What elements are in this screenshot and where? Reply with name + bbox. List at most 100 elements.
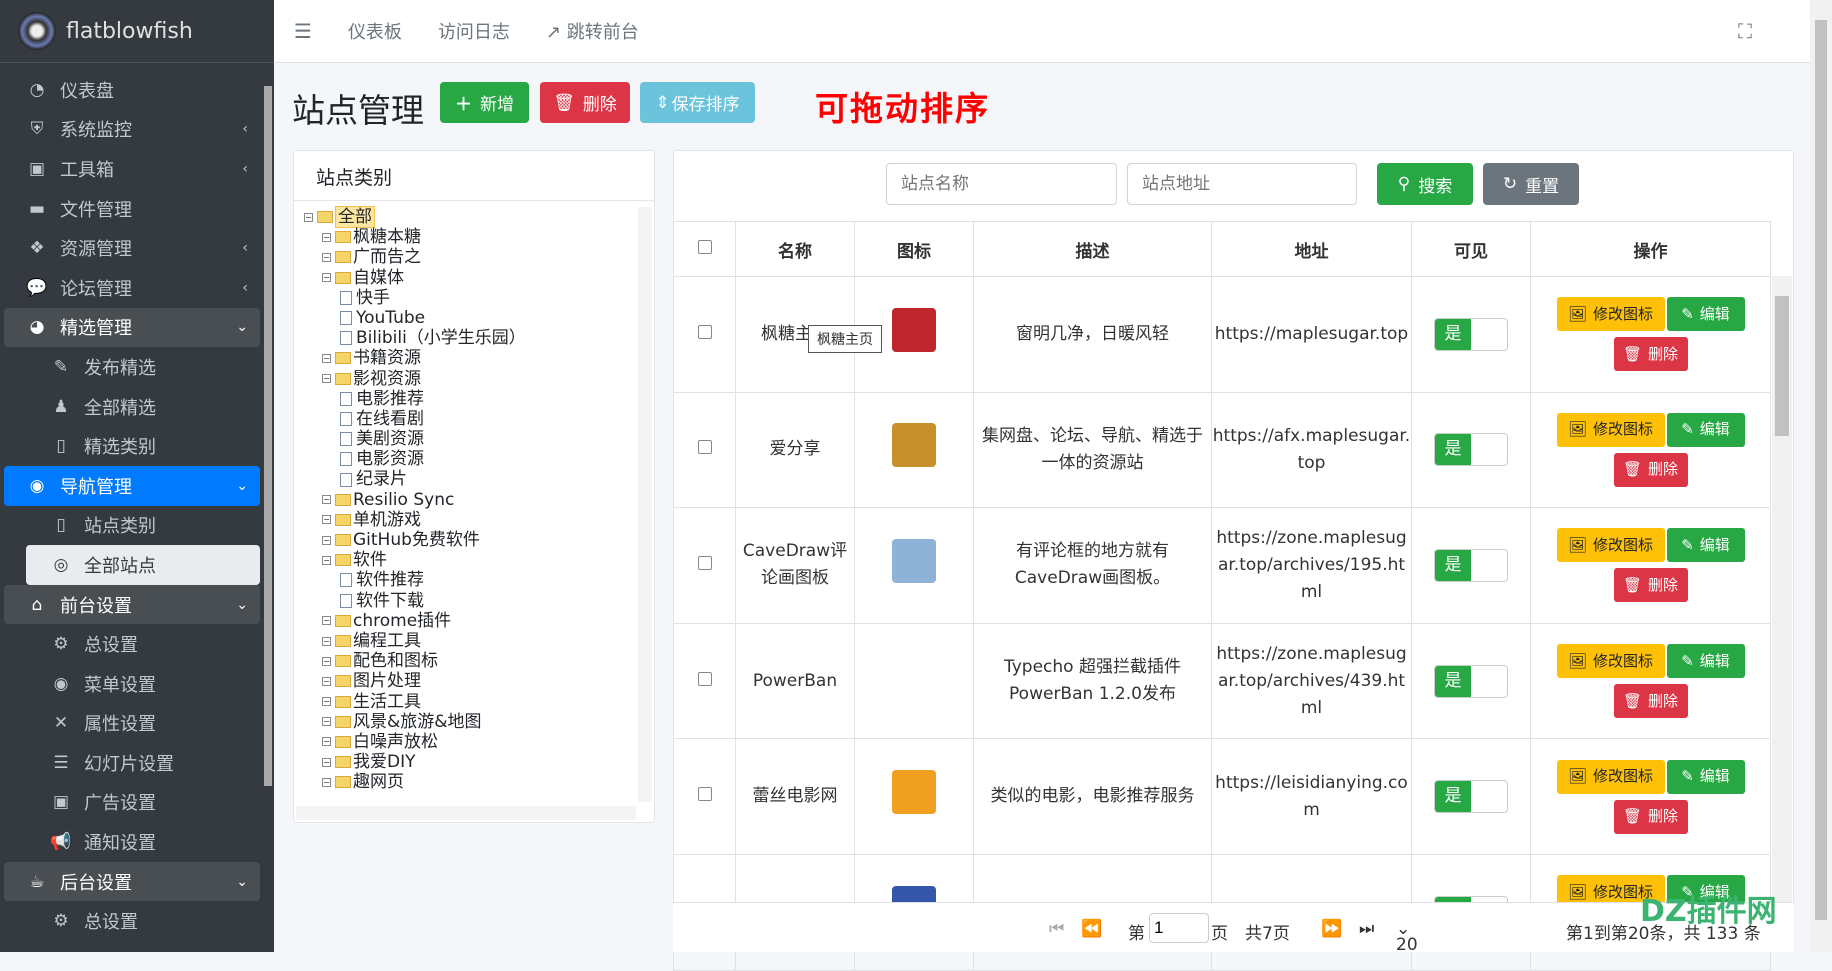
select-all-checkbox[interactable]: [697, 240, 712, 254]
tree-node[interactable]: − 配色和图标: [304, 651, 526, 671]
tree-node[interactable]: − 单机游戏: [304, 510, 526, 530]
site-url-input[interactable]: [1127, 163, 1357, 205]
sidebar-item[interactable]: ⌂ 前台设置 ⌄: [4, 584, 260, 625]
tree-node[interactable]: − 广而告之: [304, 247, 526, 267]
tree-node[interactable]: − 枫糖本糖: [304, 227, 526, 247]
page-scrollbar[interactable]: [1810, 0, 1832, 952]
row-checkbox[interactable]: [697, 324, 712, 339]
tree-node[interactable]: 纪录片: [304, 469, 526, 489]
tree-scrollbar[interactable]: [638, 207, 652, 802]
table-scrollbar[interactable]: [1772, 276, 1792, 902]
edit-button[interactable]: ✎ 编辑: [1666, 759, 1745, 794]
toggle-icon[interactable]: −: [304, 212, 313, 222]
add-button[interactable]: ＋新增: [440, 82, 529, 123]
sidebar-item[interactable]: 📢 通知设置: [4, 822, 260, 862]
tree-node[interactable]: YouTube: [304, 308, 526, 328]
tree-hscrollbar[interactable]: [296, 806, 636, 820]
row-delete-button[interactable]: 🗑删除: [1613, 452, 1688, 487]
tree-node[interactable]: 软件下载: [304, 591, 526, 611]
visible-toggle[interactable]: 是: [1434, 780, 1508, 814]
tree-node[interactable]: − chrome插件: [304, 611, 526, 631]
change-icon-button[interactable]: 🖼 修改图标: [1556, 759, 1665, 794]
nav-link-dashboard[interactable]: 仪表板: [348, 18, 402, 44]
page-input[interactable]: [1149, 913, 1209, 943]
toggle-icon[interactable]: −: [322, 656, 331, 666]
visible-toggle[interactable]: 是: [1434, 548, 1508, 582]
page-size-select[interactable]: 20 ⌄: [1396, 919, 1418, 955]
sidebar-item[interactable]: ♟ 全部精选: [4, 387, 260, 427]
change-icon-button[interactable]: 🖼 修改图标: [1556, 528, 1665, 563]
sidebar-item[interactable]: ▣ 工具箱 ‹: [4, 149, 260, 189]
last-page-icon[interactable]: ⏭: [1359, 919, 1374, 939]
row-checkbox[interactable]: [697, 555, 712, 570]
tree-node[interactable]: 在线看剧: [304, 409, 526, 429]
edit-button[interactable]: ✎ 编辑: [1666, 644, 1745, 679]
fullscreen-icon[interactable]: ⛶: [1738, 19, 1752, 43]
sidebar-item[interactable]: ◉ 菜单设置: [4, 664, 260, 704]
tree-node[interactable]: − 风景&旅游&地图: [304, 712, 526, 732]
delete-button[interactable]: 🗑 删除: [540, 82, 630, 123]
tree-node[interactable]: − 编程工具: [304, 631, 526, 651]
edit-button[interactable]: ✎ 编辑: [1666, 528, 1745, 563]
change-icon-button[interactable]: 🖼 修改图标: [1556, 412, 1665, 447]
tree-node[interactable]: 电影推荐: [304, 389, 526, 409]
sidebar-item[interactable]: ◉ 导航管理 ⌄: [4, 465, 260, 506]
save-order-button[interactable]: ⇕ 保存排序: [640, 82, 755, 123]
first-page-icon[interactable]: ⏮: [1049, 919, 1064, 939]
row-delete-button[interactable]: 🗑删除: [1613, 337, 1688, 372]
tree-node[interactable]: − Resilio Sync: [304, 490, 526, 510]
toggle-icon[interactable]: −: [322, 616, 331, 626]
table-row[interactable]: 爱分享 集网盘、论坛、导航、精选于一体的资源站 https://afx.mapl…: [673, 391, 1771, 509]
tree-node[interactable]: − 白噪声放松: [304, 732, 526, 752]
table-row[interactable]: PowerBan Typecho 超强拦截插件 PowerBan 1.2.0发布…: [673, 622, 1771, 740]
search-button[interactable]: ⚲ 搜索: [1377, 163, 1473, 205]
tree-node[interactable]: − 生活工具: [304, 692, 526, 712]
sidebar-item[interactable]: ⚙ 总设置: [4, 624, 260, 664]
row-checkbox[interactable]: [697, 671, 712, 686]
visible-toggle[interactable]: 是: [1434, 664, 1508, 698]
sidebar-item[interactable]: 💬 论坛管理 ‹: [4, 268, 260, 308]
toggle-icon[interactable]: −: [322, 535, 331, 545]
next-page-icon[interactable]: ⏩: [1321, 919, 1342, 939]
edit-button[interactable]: ✎ 编辑: [1666, 412, 1745, 447]
toggle-icon[interactable]: −: [322, 232, 331, 242]
nav-link-frontend[interactable]: ↗ 跳转前台: [546, 18, 639, 44]
tree-node[interactable]: Bilibili（小学生乐园）: [304, 328, 526, 348]
change-icon-button[interactable]: 🖼 修改图标: [1556, 297, 1665, 332]
col-name[interactable]: 名称: [735, 221, 855, 277]
toggle-icon[interactable]: −: [322, 737, 331, 747]
toggle-icon[interactable]: −: [322, 555, 331, 565]
sidebar-item[interactable]: ◔ 仪表盘: [4, 70, 260, 110]
tree-node[interactable]: − 自媒体: [304, 268, 526, 288]
sidebar-scrollbar[interactable]: [262, 66, 272, 952]
row-delete-button[interactable]: 🗑删除: [1613, 684, 1688, 719]
edit-button[interactable]: ✎ 编辑: [1666, 297, 1745, 332]
sidebar-item[interactable]: ❖ 资源管理 ‹: [4, 228, 260, 268]
tree-node[interactable]: − 趣网页: [304, 772, 526, 792]
tree-node[interactable]: − 影视资源: [304, 369, 526, 389]
tree-node[interactable]: − 我爱DIY: [304, 752, 526, 772]
reset-button[interactable]: ↻ 重置: [1483, 163, 1579, 205]
nav-link-access-log[interactable]: 访问日志: [438, 18, 510, 44]
toggle-icon[interactable]: −: [322, 757, 331, 767]
toggle-icon[interactable]: −: [322, 676, 331, 686]
visible-toggle[interactable]: 是: [1434, 317, 1508, 351]
prev-page-icon[interactable]: ⏪: [1081, 919, 1102, 939]
menu-toggle-icon[interactable]: ☰: [294, 19, 312, 43]
sidebar-item[interactable]: ▬ 文件管理: [4, 189, 260, 229]
sidebar-item[interactable]: ✕ 属性设置: [4, 704, 260, 744]
tree-node[interactable]: − 软件: [304, 550, 526, 570]
sidebar-item[interactable]: ⚙ 总设置: [4, 901, 260, 941]
site-name-input[interactable]: [886, 163, 1117, 205]
tree-node[interactable]: 美剧资源: [304, 429, 526, 449]
toggle-icon[interactable]: −: [322, 353, 331, 363]
toggle-icon[interactable]: −: [322, 717, 331, 727]
toggle-icon[interactable]: −: [322, 252, 331, 262]
row-delete-button[interactable]: 🗑删除: [1613, 799, 1688, 834]
sidebar-item[interactable]: ◕ 精选管理 ⌄: [4, 307, 260, 348]
tree-node[interactable]: − GitHub免费软件: [304, 530, 526, 550]
toggle-icon[interactable]: −: [322, 374, 331, 384]
visible-toggle[interactable]: 是: [1434, 433, 1508, 467]
tree-node[interactable]: 电影资源: [304, 449, 526, 469]
sidebar-item[interactable]: ▯ 精选类别: [4, 426, 260, 466]
